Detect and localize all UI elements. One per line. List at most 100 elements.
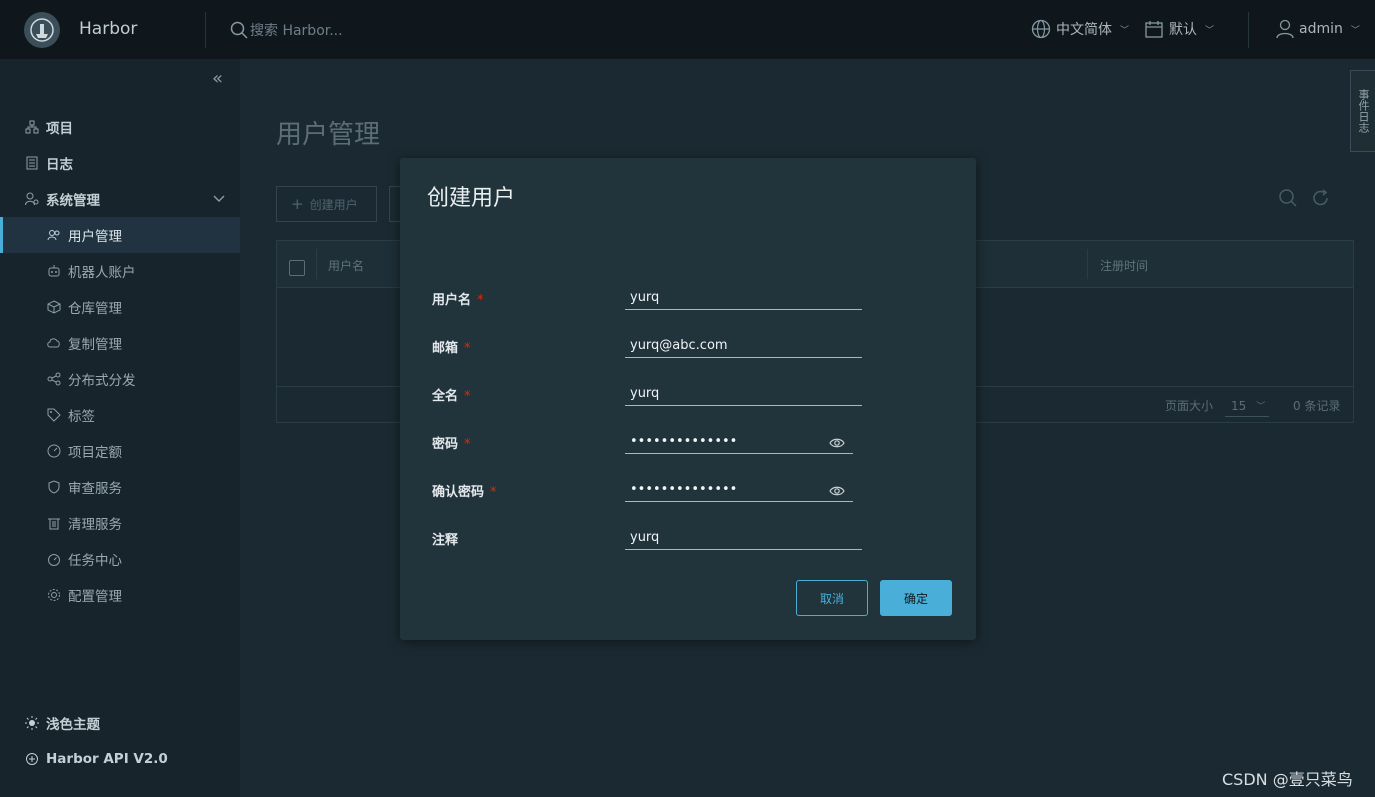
sidebar-item-configuration[interactable]: 配置管理 [0,577,240,613]
sidebar-item-label: 配置管理 [68,589,122,605]
sidebar-item-logs[interactable]: 日志 [0,145,240,181]
user-menu[interactable]: admin ﹀ [1276,19,1360,39]
sidebar-item-label: 用户管理 [68,229,122,245]
search-icon [230,21,248,39]
create-user-button[interactable]: + 创建用户 [276,186,377,222]
header-divider [1248,12,1249,48]
sidebar: « 项目 日志 系统管理 用户管理 机器人账户 仓库管理 复制管理 分布式分发 … [0,59,240,797]
sidebar-item-label: 审查服务 [68,481,122,497]
column-divider [1087,249,1088,279]
collapse-sidebar-icon[interactable]: « [212,68,223,89]
dialog-title: 创建用户 [427,186,516,211]
quota-icon [46,443,62,459]
sidebar-item-label: 项目定额 [68,445,122,461]
username-label: 用户名 * [432,293,484,308]
api-label: Harbor API V2.0 [46,751,168,767]
sidebar-item-projects[interactable]: 项目 [0,109,240,145]
page-size-value: 15 [1231,398,1247,413]
search-placeholder: 搜索 Harbor... [250,23,343,39]
sidebar-item-distributions[interactable]: 分布式分发 [0,361,240,397]
language-label: 中文简体 [1056,22,1112,38]
sidebar-item-users[interactable]: 用户管理 [0,217,240,253]
gear-icon [46,587,62,603]
ok-button[interactable]: 确定 [880,580,952,616]
page-size-label: 页面大小 [1165,399,1214,413]
brand-name: Harbor [79,19,138,39]
comment-label: 注释 [432,533,459,548]
sidebar-item-label: 分布式分发 [68,373,136,389]
calendar-icon [1145,21,1163,38]
show-password-icon[interactable] [829,435,845,451]
fullname-label: 全名 * [432,389,471,404]
chevron-down-icon [212,191,226,209]
sidebar-item-cleanup[interactable]: 清理服务 [0,505,240,541]
event-log-tab[interactable]: 事件日志 [1350,70,1375,152]
api-icon [24,751,40,767]
sidebar-item-registries[interactable]: 仓库管理 [0,289,240,325]
confirm-password-label: 确认密码 * [432,485,497,500]
show-password-icon[interactable] [829,483,845,499]
create-user-dialog: 创建用户 用户名 * yurq 邮箱 * yurq@abc.com 全名 * yurq… [400,158,976,640]
sidebar-item-label: 系统管理 [46,193,100,209]
page-size-select[interactable]: 15 ﹀ [1225,395,1269,417]
search-icon[interactable] [1278,188,1298,212]
password-field[interactable]: •••••••••••••• [625,430,853,454]
sidebar-item-label: 标签 [68,409,95,425]
sidebar-item-label: 任务中心 [68,553,122,569]
datetime-format-label: 默认 [1169,22,1197,38]
global-search[interactable]: 搜索 Harbor... [230,20,343,40]
create-user-label: 创建用户 [309,197,358,212]
sidebar-item-labels[interactable]: 标签 [0,397,240,433]
cancel-button[interactable]: 取消 [796,580,868,616]
chevron-down-icon: ﹀ [1256,402,1266,412]
robot-icon [46,263,62,279]
record-count: 0 条记录 [1293,399,1341,413]
language-select[interactable]: 中文简体 ﹀ [1031,19,1129,39]
chevron-down-icon: ﹀ [1350,25,1360,36]
harbor-logo-icon[interactable] [24,12,60,48]
projects-icon [24,119,40,135]
sidebar-item-replications[interactable]: 复制管理 [0,325,240,361]
column-registered-time[interactable]: 注册时间 [1100,257,1148,274]
tasks-icon [46,551,62,567]
sidebar-item-label: 复制管理 [68,337,122,353]
trash-icon [46,515,62,531]
sun-icon [24,715,40,731]
comment-field[interactable]: yurq [625,526,862,550]
email-field[interactable]: yurq@abc.com [625,334,862,358]
plus-icon: + [291,195,304,213]
registry-icon [46,299,62,315]
refresh-icon[interactable] [1312,188,1330,212]
username-field[interactable]: yurq [625,286,862,310]
chevron-down-icon: ﹀ [1120,25,1130,36]
column-username[interactable]: 用户名 [328,257,364,274]
shield-icon [46,479,62,495]
sidebar-item-interrogation[interactable]: 审查服务 [0,469,240,505]
fullname-field[interactable]: yurq [625,382,862,406]
page-title: 用户管理 [276,120,381,150]
header-divider [205,12,206,48]
replication-icon [46,335,62,351]
api-explorer-link[interactable]: Harbor API V2.0 [0,741,240,777]
column-divider [316,249,317,279]
confirm-password-field[interactable]: •••••••••••••• [625,478,853,502]
sidebar-item-quotas[interactable]: 项目定额 [0,433,240,469]
watermark: CSDN @壹只菜鸟 [1222,770,1353,789]
theme-toggle[interactable]: 浅色主题 [0,705,240,741]
app-header: Harbor 搜索 Harbor... 中文简体 ﹀ 默认 ﹀ admin ﹀ [0,0,1375,59]
sidebar-item-admin[interactable]: 系统管理 [0,181,240,217]
distribution-icon [46,371,62,387]
sidebar-item-label: 仓库管理 [68,301,122,317]
sidebar-item-label: 日志 [46,157,73,173]
sidebar-item-job-service[interactable]: 任务中心 [0,541,240,577]
select-all-checkbox[interactable] [289,260,305,276]
datetime-format-select[interactable]: 默认 ﹀ [1144,19,1214,39]
sidebar-item-robot-accounts[interactable]: 机器人账户 [0,253,240,289]
email-label: 邮箱 * [432,341,471,356]
chevron-down-icon: ﹀ [1205,25,1215,36]
username: admin [1299,21,1343,37]
globe-icon [1031,19,1051,39]
sidebar-item-label: 清理服务 [68,517,122,533]
sidebar-item-label: 机器人账户 [68,265,136,281]
tag-icon [46,407,62,423]
